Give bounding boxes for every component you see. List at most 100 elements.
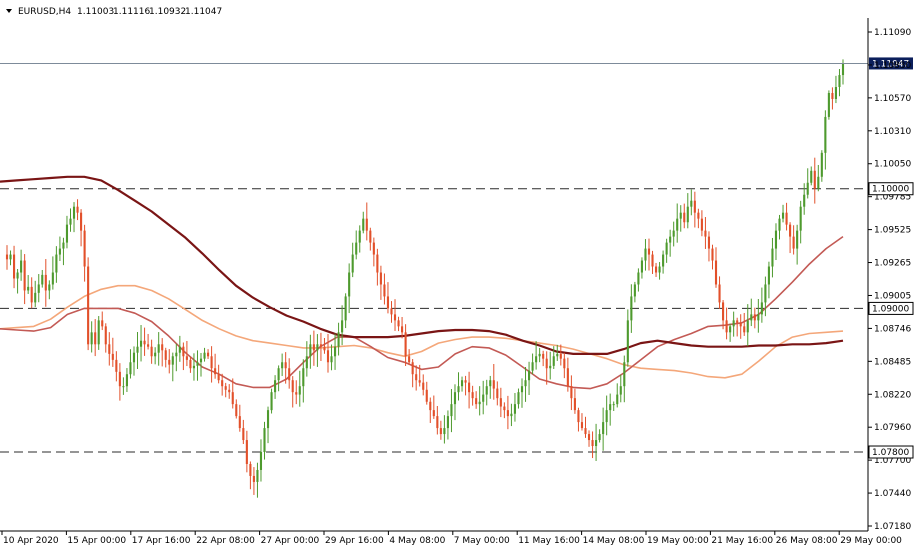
candle-body [154,352,157,357]
candle-body [76,206,79,213]
candle[interactable] [270,388,273,414]
candle-body [665,242,668,255]
candle-body [492,380,495,389]
candle-body [767,266,770,285]
candle-body [707,236,711,249]
candle-body [520,386,524,393]
candle-body [379,272,382,285]
candle-body [171,356,174,365]
candle[interactable] [827,90,830,120]
candle-body [439,428,442,435]
candle-body [496,388,499,399]
candle-body [397,320,400,327]
candle-body [404,332,407,357]
candle-body [143,340,146,345]
x-tick-label: 11 May 16:00 [518,536,580,546]
candle-body [12,254,16,279]
candle-body [319,344,322,347]
candle-body [341,320,344,333]
candle-body [619,386,622,395]
candle-body [669,236,672,243]
candle-body [700,218,703,231]
candle-body [732,320,735,327]
candle-body [774,230,778,249]
candle-body [281,362,284,369]
y-tick-label: 1.09005 [874,291,911,301]
candle-body [69,218,72,225]
candle-body [147,344,150,347]
candle-body [690,200,693,207]
candle-body [217,374,220,381]
candle-body [161,344,164,351]
candle-body [316,344,319,351]
candle-body [245,440,248,464]
candle-body [450,404,453,417]
candle-body [348,272,351,297]
candle-body [630,296,633,321]
candle-body [189,359,192,369]
candle-body [542,353,545,359]
candle-body [573,398,576,411]
x-tick-label: 17 Apr 16:00 [132,536,191,546]
candle-body [556,353,559,357]
candle-body [5,254,9,260]
candle-body [132,352,136,363]
candle-body [48,284,51,291]
candle-body [333,346,337,357]
candle-body [475,398,478,405]
candle-body [651,254,654,267]
candle-body [743,326,746,333]
candle-body [125,374,128,387]
candle-body [697,212,700,219]
candle-body [305,356,308,369]
candle-body [111,353,114,360]
candle-body [224,386,227,390]
candle-body [577,410,580,423]
candle-body [90,332,93,345]
y-tick-label: 1.08220 [874,390,911,400]
candle-body [263,428,266,453]
candle-body [432,410,435,417]
candle-body [676,218,679,231]
price-chart[interactable]: 1.11047 1.11090 1.10830 1.10570 1.10310 1.10… [0,0,915,550]
candle[interactable] [87,257,90,351]
y-tick-label: 1.10570 [874,94,911,104]
candle-body [725,320,728,333]
candle-body [383,284,386,297]
candle-body [827,93,830,117]
candle-body [355,242,358,255]
candle-body [362,218,365,231]
candle-body [591,440,594,447]
candle-body [587,434,591,441]
candle-body [803,194,806,207]
candle-body [506,410,509,417]
candle-body [118,371,121,387]
ohlc-high: 1.11116 [113,7,150,17]
candle-body [778,218,781,231]
candle-body [34,292,37,303]
x-tick-label: 21 May 16:00 [711,536,773,546]
candle-body [274,380,277,393]
candle-body [295,392,298,395]
candle-body [714,260,718,285]
candle-body [485,386,488,395]
candle-body [27,286,30,291]
candle-body [796,230,799,249]
candle-body [838,75,841,88]
candle-body [704,230,707,237]
candle-body [369,230,372,243]
x-tick-label: 29 Apr 16:00 [325,536,384,546]
candle-body [192,365,196,369]
y-tick-label: 1.11090 [874,28,911,38]
candle-body [739,322,742,327]
candle-body [446,416,449,429]
candle-body [640,260,643,273]
candle-body [238,416,241,429]
candle-body [824,116,827,153]
candle-body [799,206,802,231]
candle-body [683,212,686,223]
candle-body [16,272,19,279]
candle-body [482,394,485,402]
candle-body [746,320,749,333]
candle-body [760,302,763,315]
